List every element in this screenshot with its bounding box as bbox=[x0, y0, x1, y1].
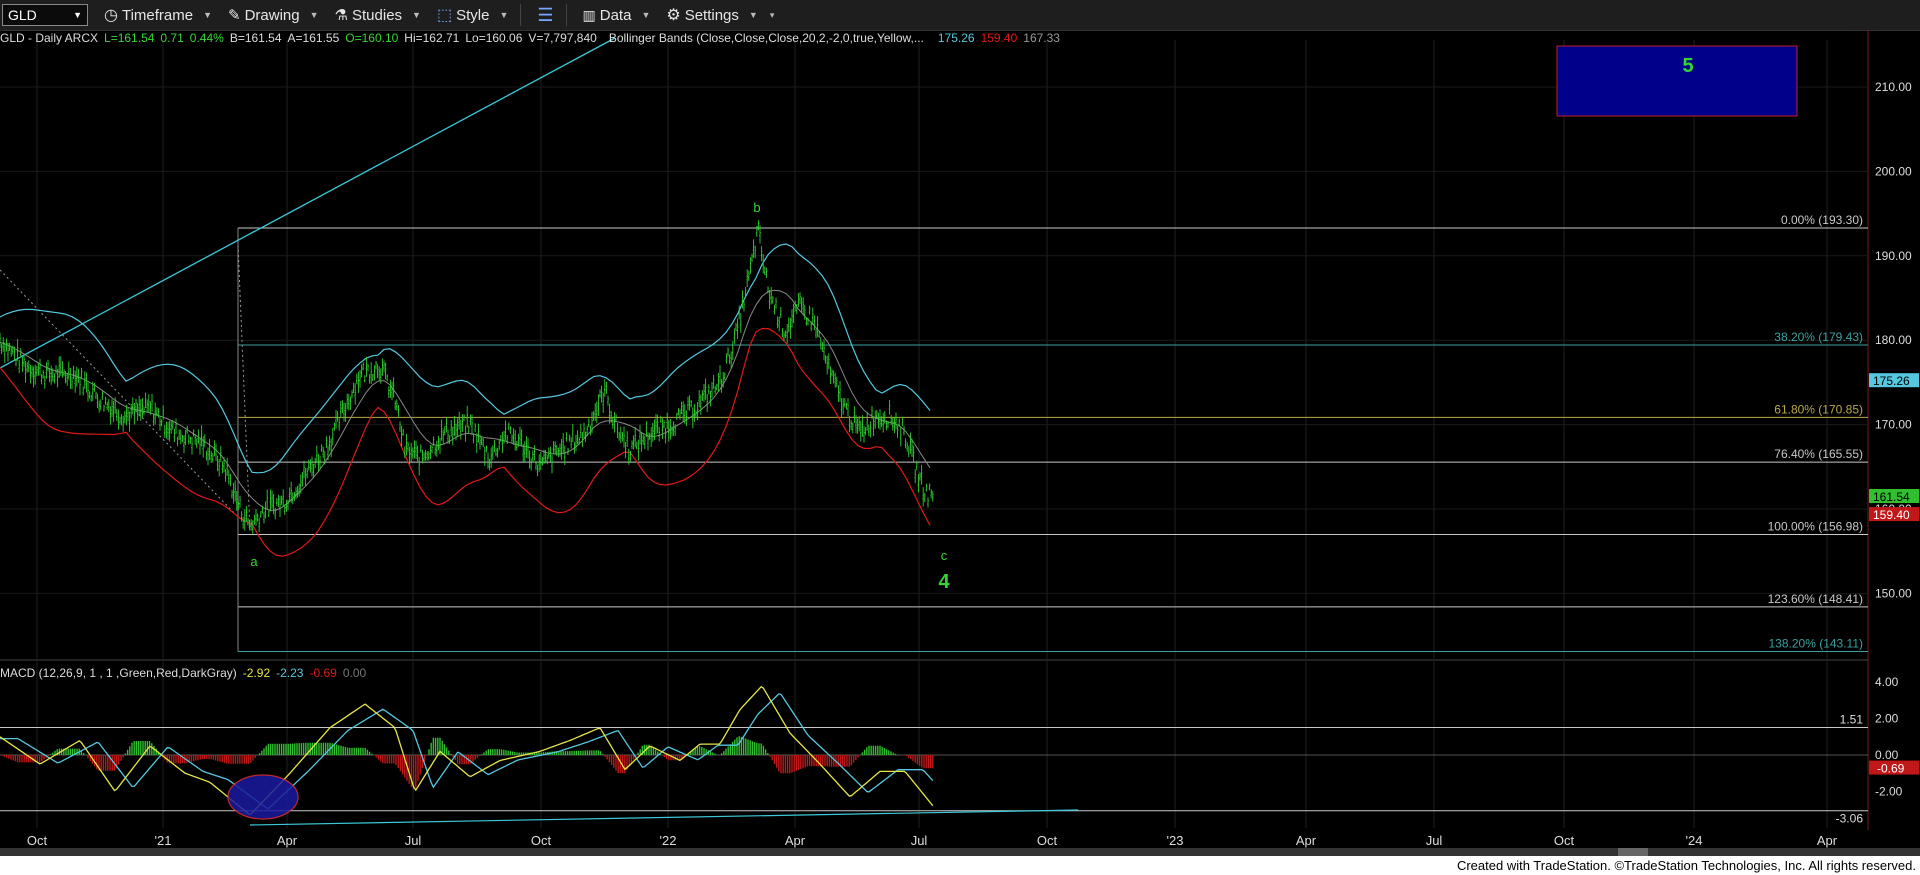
price-axis-label: 180.00 bbox=[1875, 333, 1912, 347]
price-chart[interactable]: 0.00% (193.30) 38.20% (179.43) 61.80% (170… bbox=[0, 0, 1920, 848]
wave-b-label: b bbox=[753, 200, 760, 215]
ohlc-bars bbox=[0, 220, 934, 535]
symbol-title: GLD - Daily ARCX bbox=[0, 31, 99, 45]
time-axis-label: Oct bbox=[1037, 833, 1058, 848]
macd-title: MACD (12,26,9, 1 , 1 ,Green,Red,DarkGray… bbox=[0, 666, 237, 680]
divergence-ellipse bbox=[227, 774, 299, 820]
last-price-tag: 161.54 bbox=[1873, 490, 1910, 504]
dotted-trend-line bbox=[0, 269, 239, 518]
macd-axis-label: 0.00 bbox=[1875, 748, 1899, 762]
macd-histogram-positive bbox=[49, 736, 899, 755]
chart-grid bbox=[0, 30, 1869, 830]
dotted-trend-line bbox=[237, 244, 251, 531]
volume: V=7,797,840 bbox=[528, 31, 597, 45]
macd-histogram-negative bbox=[1, 755, 934, 790]
price-axis-label: 150.00 bbox=[1875, 586, 1912, 600]
bb-lower-value: 159.40 bbox=[980, 31, 1018, 45]
wave-c-label: c bbox=[941, 548, 948, 563]
macd-axis-label: 4.00 bbox=[1875, 675, 1899, 689]
time-axis-label: '21 bbox=[155, 833, 172, 848]
macd-hist-value: -0.69 bbox=[309, 666, 337, 680]
time-axis-label: Apr bbox=[277, 833, 298, 848]
price-axis-label: 210.00 bbox=[1875, 80, 1912, 94]
net-change: 0.71 bbox=[160, 31, 184, 45]
fib-level-label: 138.20% (143.11) bbox=[1768, 637, 1863, 651]
macd-current-tag: -0.69 bbox=[1877, 762, 1905, 776]
macd-pane bbox=[0, 685, 1868, 826]
bb-upper-value: 175.26 bbox=[937, 31, 975, 45]
time-axis-label: Oct bbox=[531, 833, 552, 848]
macd-line bbox=[0, 685, 934, 815]
macd-signal-line bbox=[0, 693, 934, 810]
macd-axis-label: 2.00 bbox=[1875, 712, 1899, 726]
time-axis-label: '24 bbox=[1686, 833, 1703, 848]
macd-lower-level-label: -3.06 bbox=[1836, 812, 1864, 826]
price-axis-label: 190.00 bbox=[1875, 249, 1912, 263]
last-price: L=161.54 bbox=[104, 31, 155, 45]
macd-zero-value: 0.00 bbox=[342, 666, 367, 680]
pct-change: 0.44% bbox=[189, 31, 224, 45]
upper-band-tag: 175.26 bbox=[1873, 374, 1910, 388]
macd-signal-value: -2.23 bbox=[276, 666, 304, 680]
time-axis-label: Apr bbox=[785, 833, 806, 848]
time-axis-label: Apr bbox=[1817, 833, 1838, 848]
bollinger-upper-band bbox=[0, 243, 931, 474]
time-axis-label: '23 bbox=[1167, 833, 1184, 848]
price-info-bar: GLD - Daily ARCX L=161.54 0.71 0.44% B=161.5… bbox=[0, 31, 1066, 45]
high-price: Hi=162.71 bbox=[404, 31, 460, 45]
price-axis-label: 200.00 bbox=[1875, 164, 1912, 178]
time-axis-label: Apr bbox=[1296, 833, 1317, 848]
fib-level-label: 61.80% (170.85) bbox=[1774, 402, 1863, 416]
target-box bbox=[1556, 45, 1798, 117]
fib-level-label: 38.20% (179.43) bbox=[1774, 330, 1863, 344]
copyright-text: Created with TradeStation. ©TradeStation… bbox=[1456, 858, 1916, 873]
macd-value: -2.92 bbox=[242, 666, 271, 680]
footer: Created with TradeStation. ©TradeStation… bbox=[0, 856, 1920, 875]
time-axis-label: Jul bbox=[911, 833, 928, 848]
time-axis-label: Oct bbox=[27, 833, 48, 848]
fib-level-label: 76.40% (165.55) bbox=[1774, 447, 1863, 461]
bid-price: B=161.54 bbox=[229, 31, 282, 45]
macd-trend-line bbox=[249, 809, 1079, 826]
macd-info-bar: MACD (12,26,9, 1 , 1 ,Green,Red,DarkGray… bbox=[0, 666, 372, 680]
bollinger-label: Bollinger Bands (Close,Close,Close,20,2,… bbox=[608, 31, 924, 45]
lower-band-tag: 159.40 bbox=[1873, 508, 1910, 522]
price-axis-label: 170.00 bbox=[1875, 418, 1912, 432]
bollinger-lower-band bbox=[0, 327, 931, 557]
fib-level-label: 100.00% (156.98) bbox=[1768, 519, 1863, 533]
scrollbar-thumb[interactable] bbox=[1618, 848, 1648, 856]
bb-mid-value: 167.33 bbox=[1023, 31, 1060, 45]
fib-level-label: 123.60% (148.41) bbox=[1768, 592, 1863, 606]
time-axis-label: '22 bbox=[660, 833, 677, 848]
wave-a-label: a bbox=[250, 554, 258, 569]
time-axis-label: Jul bbox=[1426, 833, 1443, 848]
price-bars bbox=[0, 220, 934, 535]
low-price: Lo=160.06 bbox=[465, 31, 523, 45]
fib-level-label: 0.00% (193.30) bbox=[1781, 213, 1863, 227]
horizontal-scrollbar[interactable] bbox=[0, 848, 1920, 856]
open-price: O=160.10 bbox=[345, 31, 399, 45]
time-axis-label: Jul bbox=[405, 833, 422, 848]
ask-price: A=161.55 bbox=[287, 31, 340, 45]
chart-annotations: 5 a b c 4 bbox=[250, 45, 1798, 593]
macd-axis-label: -2.00 bbox=[1875, 784, 1903, 798]
wave-5-label: 5 bbox=[1682, 55, 1693, 77]
macd-upper-level-label: 1.51 bbox=[1840, 713, 1864, 727]
wave-4-label: 4 bbox=[938, 571, 950, 593]
time-axis-label: Oct bbox=[1554, 833, 1575, 848]
fib-retracement: 0.00% (193.30) 38.20% (179.43) 61.80% (170… bbox=[0, 37, 1868, 653]
